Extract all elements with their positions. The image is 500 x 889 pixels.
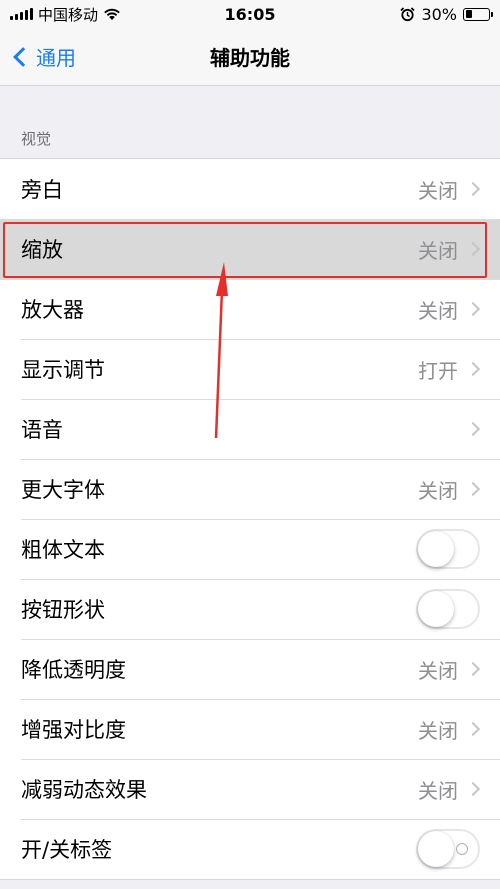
row-label: 显示调节 [21, 358, 105, 382]
toggle-switch[interactable] [416, 589, 480, 629]
toggle-switch[interactable] [416, 529, 480, 569]
settings-row[interactable]: 显示调节 打开 [0, 339, 500, 399]
carrier-label: 中国移动 [38, 5, 99, 24]
nav-bar: 通用 辅助功能 [0, 28, 500, 86]
settings-row[interactable]: 减弱动态效果 关闭 [0, 759, 500, 819]
row-label: 缩放 [21, 238, 63, 262]
settings-row[interactable]: 降低透明度 关闭 [0, 639, 500, 699]
wifi-icon [104, 8, 120, 20]
toggle-switch[interactable] [416, 829, 480, 869]
row-value: 打开 [418, 358, 458, 383]
alarm-clock-icon [400, 6, 416, 21]
chevron-right-icon [465, 721, 481, 737]
row-label: 增强对比度 [21, 718, 126, 742]
row-value: 关闭 [418, 718, 458, 743]
status-bar: 中国移动 16:05 30% [0, 0, 500, 28]
status-left: 中国移动 [10, 4, 121, 25]
section-header-vision: 视觉 [21, 130, 52, 148]
row-value: 关闭 [418, 658, 458, 683]
chevron-right-icon [465, 421, 481, 437]
toggle-knob [418, 531, 454, 567]
back-button[interactable]: 通用 [0, 42, 76, 71]
chevron-right-icon [465, 481, 481, 497]
chevron-right-icon [465, 781, 481, 797]
status-right: 30% [400, 4, 493, 24]
row-label: 降低透明度 [21, 658, 126, 682]
battery-icon [463, 7, 493, 21]
settings-row[interactable]: 更大字体 关闭 [0, 459, 500, 519]
battery-percent: 30% [421, 4, 457, 24]
row-value: 关闭 [418, 238, 458, 263]
row-label: 语音 [21, 418, 63, 442]
row-label: 放大器 [21, 298, 84, 322]
chevron-left-icon [13, 46, 33, 67]
chevron-right-icon [465, 361, 481, 377]
chevron-right-icon [465, 661, 481, 677]
row-value: 关闭 [418, 478, 458, 503]
settings-list: 旁白 关闭 缩放 关闭 放大器 关闭 显示调节 打开 语音 更大字体 关闭 粗体文本 按钮形状 降低透明度… [0, 158, 500, 880]
row-value: 关闭 [418, 298, 458, 323]
chevron-right-icon [465, 241, 481, 257]
settings-row[interactable]: 粗体文本 [0, 519, 500, 579]
settings-row[interactable]: 旁白 关闭 [0, 159, 500, 219]
row-label: 粗体文本 [21, 538, 105, 562]
signal-icon [10, 8, 33, 20]
row-value: 关闭 [418, 178, 458, 203]
row-value: 关闭 [418, 778, 458, 803]
back-label: 通用 [36, 46, 76, 70]
battery-fill [465, 10, 473, 18]
row-label: 按钮形状 [21, 598, 105, 622]
row-label: 开/关标签 [21, 838, 113, 862]
toggle-knob [418, 591, 454, 627]
chevron-right-icon [465, 181, 481, 197]
chevron-right-icon [465, 301, 481, 317]
toggle-off-label-icon [456, 843, 468, 855]
settings-row[interactable]: 放大器 关闭 [0, 279, 500, 339]
settings-row[interactable]: 按钮形状 [0, 579, 500, 639]
row-label: 旁白 [21, 178, 63, 202]
settings-row[interactable]: 语音 [0, 399, 500, 459]
settings-row[interactable]: 开/关标签 [0, 819, 500, 879]
settings-row[interactable]: 缩放 关闭 [0, 219, 500, 279]
row-label: 减弱动态效果 [21, 778, 147, 802]
settings-row[interactable]: 增强对比度 关闭 [0, 699, 500, 759]
row-label: 更大字体 [21, 478, 105, 502]
toggle-knob [418, 831, 454, 867]
